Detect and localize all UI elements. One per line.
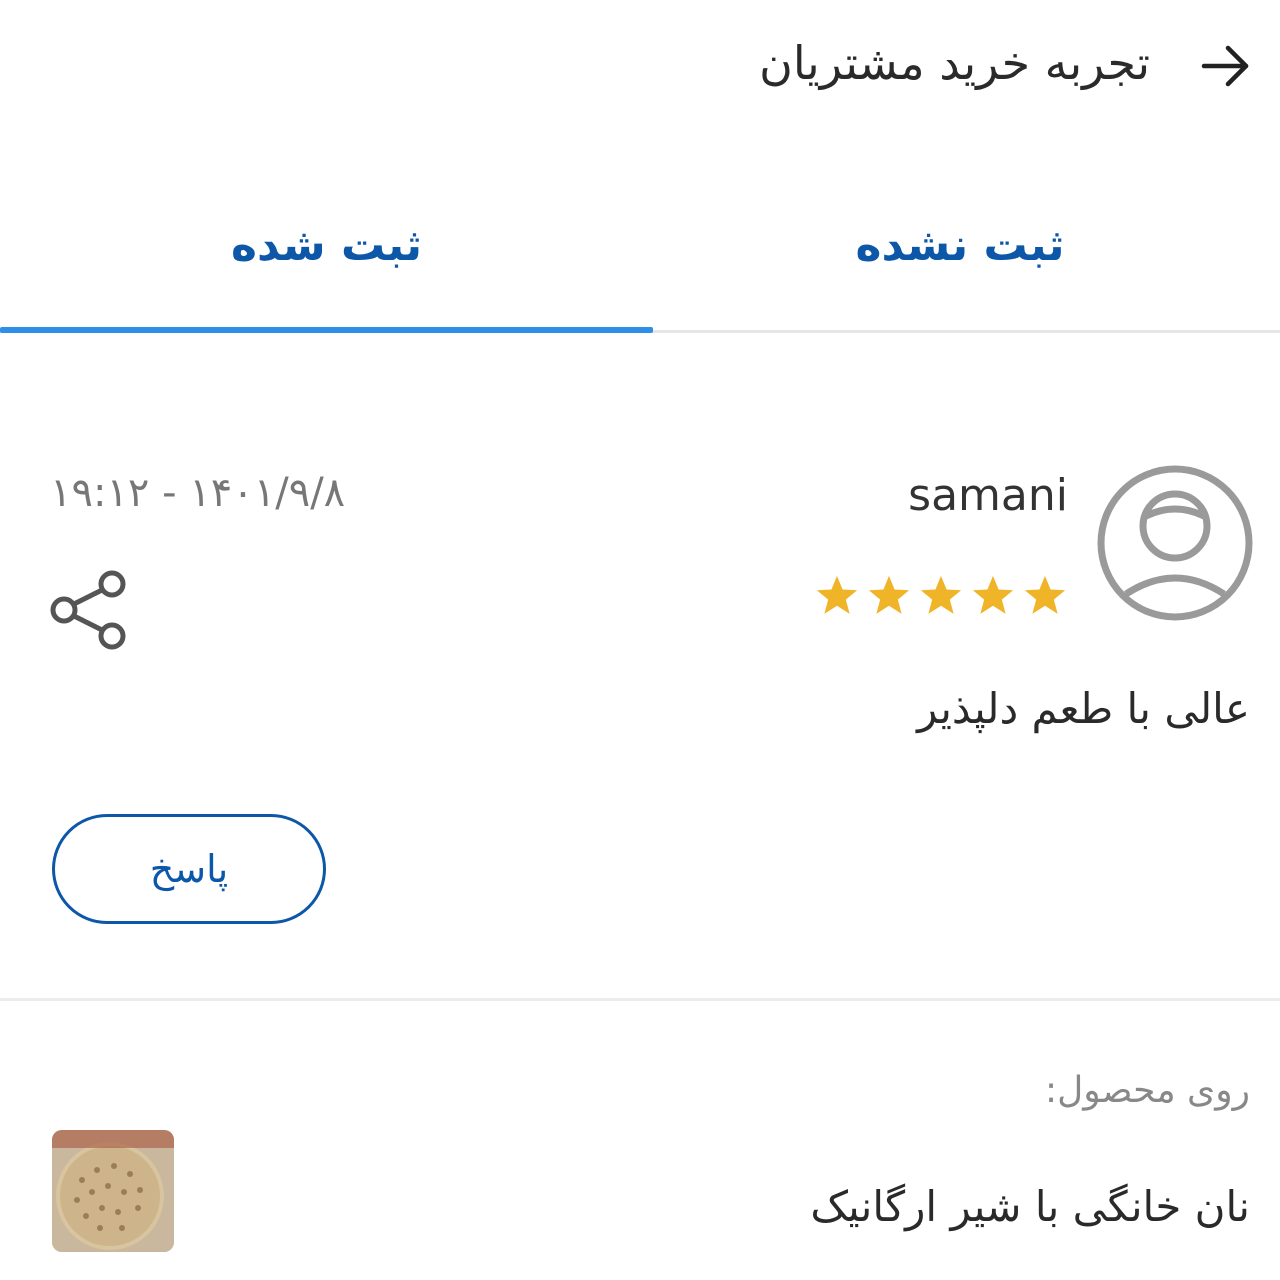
app-header: تجربه خرید مشتریان [0, 0, 1280, 125]
tab-unregistered[interactable]: ثبت نشده [640, 160, 1280, 330]
review-card: samani ۱۴۰۱/۹/۸ - ۱۹:۱۲ عالی با طعم دلپذ… [0, 330, 1280, 1001]
product-thumbnail[interactable] [52, 1130, 174, 1252]
user-avatar-icon [1097, 465, 1253, 621]
page-title: تجربه خرید مشتریان [759, 36, 1150, 90]
review-username: samani [908, 470, 1068, 521]
product-section: روی محصول: نان خانگی با شیر ارگانیک [0, 1000, 1280, 1280]
review-date: ۱۴۰۱/۹/۸ - ۱۹:۱۲ [50, 470, 346, 516]
bread-image [52, 1130, 174, 1252]
tab-registered[interactable]: ثبت شده [0, 160, 653, 330]
on-product-label: روی محصول: [1044, 1070, 1250, 1111]
back-button[interactable] [1198, 38, 1254, 94]
tab-bar: ثبت نشده ثبت شده [0, 160, 1280, 333]
star-icon [868, 575, 910, 614]
review-comment: عالی با طعم دلپذیر [917, 684, 1250, 733]
star-icon [972, 575, 1014, 614]
star-icon [1024, 575, 1066, 614]
star-icon [920, 575, 962, 614]
avatar [1096, 464, 1254, 622]
product-name[interactable]: نان خانگی با شیر ارگانیک [810, 1182, 1250, 1231]
arrow-right-icon [1201, 45, 1249, 87]
rating-stars [814, 573, 1068, 619]
share-button[interactable] [50, 570, 130, 650]
star-icon [816, 575, 858, 614]
reply-button[interactable]: پاسخ [52, 814, 326, 924]
share-icon [50, 570, 126, 650]
